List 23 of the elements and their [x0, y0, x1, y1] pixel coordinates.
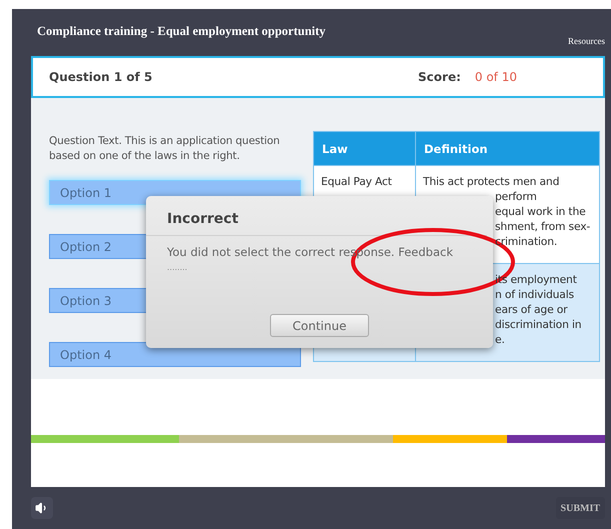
resources-link[interactable]: Resources [568, 36, 605, 46]
definition-text: shment, from sex- [495, 219, 592, 234]
definition-text: ears of age or [495, 302, 568, 317]
definition-text: e. [495, 332, 506, 347]
definition-text: n of individuals [495, 287, 575, 302]
submit-button[interactable]: SUBMIT [556, 497, 605, 519]
continue-button[interactable]: Continue [270, 314, 369, 337]
definition-text: perform [495, 189, 538, 204]
law-name: Equal Pay Act [321, 174, 393, 189]
score-value: 0 of 10 [474, 70, 517, 84]
speaker-icon[interactable] [31, 497, 53, 519]
course-title: Compliance training - Equal employment opportunity [37, 24, 326, 39]
question-counter: Question 1 of 5 [49, 70, 152, 84]
definition-text: equal work in the [495, 204, 587, 219]
definition-text: discrimination in [495, 317, 582, 332]
table-header: Law [314, 132, 416, 165]
dialog-title: Incorrect [146, 196, 487, 236]
table-header: Definition [416, 132, 599, 165]
dialog-message: ........ [166, 262, 188, 272]
score-label: Score: [418, 70, 461, 84]
definition-text: This act protects men and [423, 174, 560, 189]
question-text: Question Text. This is an application question based on one of the laws in the right. [49, 134, 281, 164]
definition-text: crimination. [495, 234, 558, 249]
